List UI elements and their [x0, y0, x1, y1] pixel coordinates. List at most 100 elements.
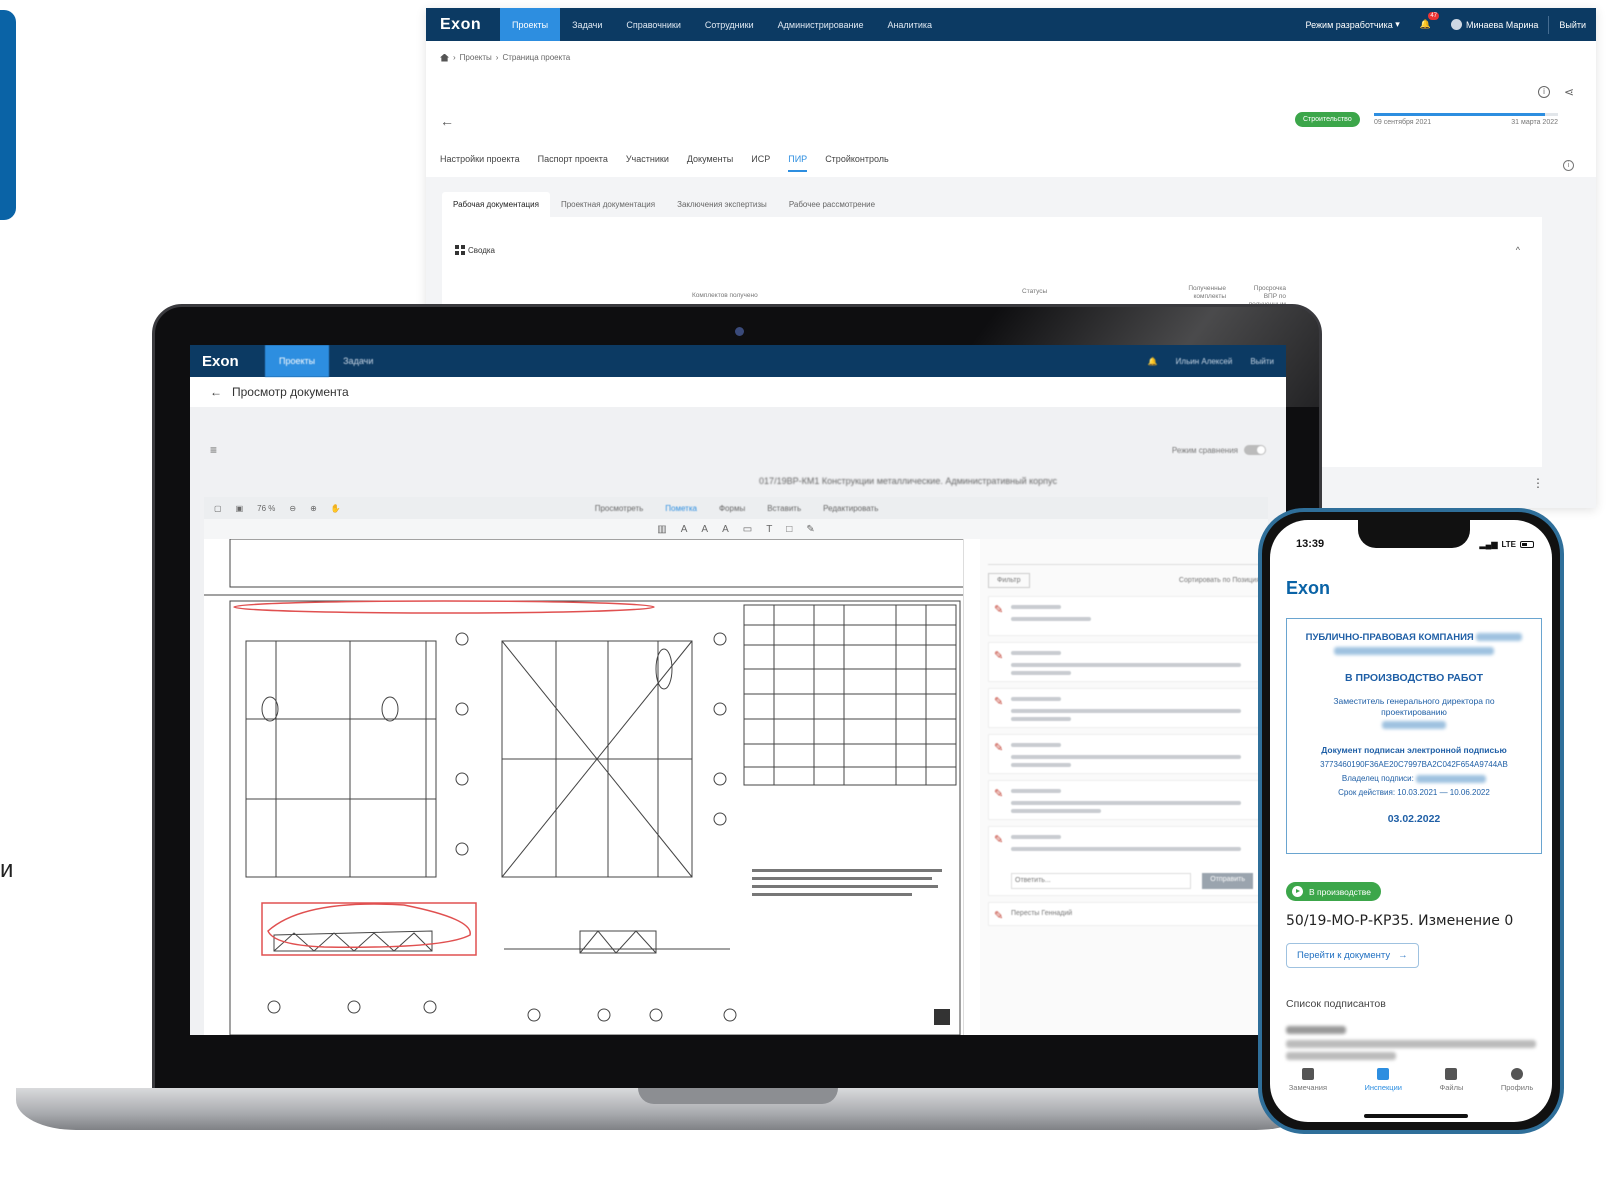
- phone-frame: 13:39 ▂▄▆ LTE Exon ПУБЛИЧНО-ПРАВОВАЯ КОМ…: [1258, 508, 1564, 1134]
- highlight-icon[interactable]: ▥: [657, 524, 666, 535]
- nav-inspections[interactable]: Инспекции: [1365, 1068, 1402, 1092]
- sidebar-toggle-icon[interactable]: ▢: [214, 504, 222, 513]
- signers-list: [1286, 1026, 1540, 1060]
- home-icon[interactable]: [440, 53, 449, 62]
- viewer-tab-insert[interactable]: Вставить: [767, 504, 801, 513]
- logout-button[interactable]: Выйти: [1549, 8, 1596, 41]
- compare-toggle[interactable]: [1244, 445, 1266, 455]
- comment-icon[interactable]: ▭: [743, 524, 752, 535]
- comment-item[interactable]: ✎: [988, 596, 1260, 636]
- pen-icon[interactable]: ✎: [806, 524, 814, 535]
- nav-tasks[interactable]: Задачи: [560, 8, 614, 41]
- stamp-validity: Срок действия: 10.03.2021 — 10.06.2022: [1338, 788, 1490, 798]
- collapse-chevron-icon[interactable]: ^: [1516, 245, 1520, 255]
- comment-item[interactable]: ✎: [988, 642, 1260, 682]
- zoom-level[interactable]: 76 %: [257, 504, 275, 513]
- tab-expertise-conclusions[interactable]: Заключения экспертизы: [666, 192, 778, 217]
- tab-project-passport[interactable]: Паспорт проекта: [538, 154, 608, 172]
- nav-administration[interactable]: Администрирование: [766, 8, 876, 41]
- squiggly-icon[interactable]: A: [722, 524, 729, 535]
- menu-icon[interactable]: ≡: [210, 443, 217, 457]
- viewer-tab-annotate[interactable]: Пометка: [665, 504, 697, 513]
- stamp-signed-text: Документ подписан электронной подписью: [1321, 745, 1507, 756]
- notifications-button[interactable]: 🔔 47: [1410, 8, 1441, 41]
- reply-input[interactable]: Ответить...: [1011, 873, 1191, 889]
- tab-participants[interactable]: Участники: [626, 154, 669, 172]
- viewer-tabs: Просмотреть Пометка Формы Вставить Редак…: [595, 504, 879, 513]
- info-icon[interactable]: i: [1538, 86, 1550, 98]
- user-menu[interactable]: Ильин Алексей: [1176, 357, 1233, 366]
- rectangle-icon[interactable]: □: [786, 524, 792, 535]
- construction-drawing: [204, 539, 963, 1035]
- app-logo[interactable]: Exon: [190, 353, 265, 370]
- logout-button[interactable]: Выйти: [1250, 357, 1274, 366]
- filter-button[interactable]: Фильтр: [988, 573, 1030, 588]
- breadcrumb-project-page: Страница проекта: [502, 53, 571, 62]
- tab-pir[interactable]: ПИР: [788, 154, 808, 172]
- documentation-tabs: Рабочая документация Проектная документа…: [442, 192, 886, 217]
- save-icon[interactable]: ▣: [236, 504, 244, 513]
- comment-author: Пересты Геннадий: [1011, 910, 1073, 917]
- status-bar: ▂▄▆ LTE: [1479, 540, 1534, 549]
- user-menu[interactable]: Минаева Марина: [1441, 8, 1548, 41]
- compare-mode[interactable]: Режим сравнения: [1172, 445, 1266, 455]
- text-icon[interactable]: T: [766, 524, 772, 535]
- comments-panel: Фильтр Сортировать по Позиция ✎ ✎ ✎ ✎ ✎ …: [980, 539, 1268, 1035]
- pen-icon: ✎: [994, 834, 1004, 846]
- tab-working-review[interactable]: Рабочее рассмотрение: [778, 192, 886, 217]
- nav-employees[interactable]: Сотрудники: [693, 8, 766, 41]
- folder-icon: [1445, 1068, 1458, 1080]
- pen-icon: ✎: [994, 650, 1004, 662]
- comment-item[interactable]: ✎ Пересты Геннадий: [988, 902, 1260, 926]
- comment-item[interactable]: ✎ Ответить... Отправить: [988, 826, 1260, 896]
- tab-construction-control[interactable]: Стройконтроль: [825, 154, 889, 172]
- status-time: 13:39: [1296, 538, 1325, 550]
- signal-icon: ▂▄▆: [1479, 540, 1498, 549]
- app-logo[interactable]: Exon: [426, 16, 500, 34]
- pan-icon[interactable]: ✋: [331, 504, 341, 513]
- bottom-nav: Замечания Инспекции Файлы Профиль: [1270, 1068, 1552, 1092]
- underline-icon[interactable]: A: [681, 524, 688, 535]
- nav-analytics[interactable]: Аналитика: [875, 8, 944, 41]
- comments-search-input[interactable]: [988, 547, 1260, 565]
- camera-icon: [735, 327, 744, 336]
- timeline-bar: [1374, 113, 1558, 116]
- strikeout-icon[interactable]: A: [701, 524, 708, 535]
- tab-working-docs[interactable]: Рабочая документация: [442, 192, 550, 217]
- tab-project-docs[interactable]: Проектная документация: [550, 192, 666, 217]
- stage-badge: Строительство: [1295, 112, 1360, 127]
- go-to-document-button[interactable]: Перейти к документу →: [1286, 943, 1419, 968]
- nav-remarks[interactable]: Замечания: [1289, 1068, 1327, 1092]
- viewer-tab-edit[interactable]: Редактировать: [823, 504, 878, 513]
- sort-select[interactable]: Сортировать по Позиция: [1179, 577, 1260, 584]
- comment-item[interactable]: ✎: [988, 688, 1260, 728]
- dev-mode-label: Режим разработчика: [1305, 19, 1393, 30]
- send-button[interactable]: Отправить: [1202, 873, 1253, 889]
- more-options-icon[interactable]: ⋮: [1532, 476, 1544, 490]
- viewer-tab-forms[interactable]: Формы: [719, 504, 745, 513]
- dev-mode-select[interactable]: Режим разработчика ▾: [1296, 8, 1410, 41]
- tab-documents[interactable]: Документы: [687, 154, 733, 172]
- nav-files[interactable]: Файлы: [1440, 1068, 1463, 1092]
- back-arrow-icon[interactable]: ←: [210, 385, 222, 399]
- nav-profile[interactable]: Профиль: [1501, 1068, 1533, 1092]
- nav-projects[interactable]: Проекты: [265, 345, 330, 377]
- bell-icon[interactable]: 🔔: [1148, 357, 1158, 366]
- left-edge-letter: и: [0, 856, 14, 883]
- document-code: 50/19-МО-Р-КР35. Изменение 0: [1286, 913, 1514, 929]
- share-icon[interactable]: ⋖: [1564, 85, 1574, 99]
- nav-projects[interactable]: Проекты: [500, 8, 561, 41]
- nav-tasks[interactable]: Задачи: [329, 345, 387, 377]
- breadcrumb-projects[interactable]: Проекты: [460, 53, 492, 62]
- drawing-sheet[interactable]: [204, 539, 964, 1035]
- back-arrow-icon[interactable]: ←: [440, 113, 454, 129]
- tab-project-settings[interactable]: Настройки проекта: [440, 154, 520, 172]
- zoom-out-icon[interactable]: ⊖: [289, 504, 296, 513]
- zoom-in-icon[interactable]: ⊕: [310, 504, 317, 513]
- viewer-tab-view[interactable]: Просмотреть: [595, 504, 644, 513]
- tab-isr[interactable]: ИСР: [751, 154, 770, 172]
- comment-item[interactable]: ✎: [988, 734, 1260, 774]
- nav-directories[interactable]: Справочники: [614, 8, 693, 41]
- info-icon[interactable]: i: [1563, 160, 1574, 171]
- comment-item[interactable]: ✎: [988, 780, 1260, 820]
